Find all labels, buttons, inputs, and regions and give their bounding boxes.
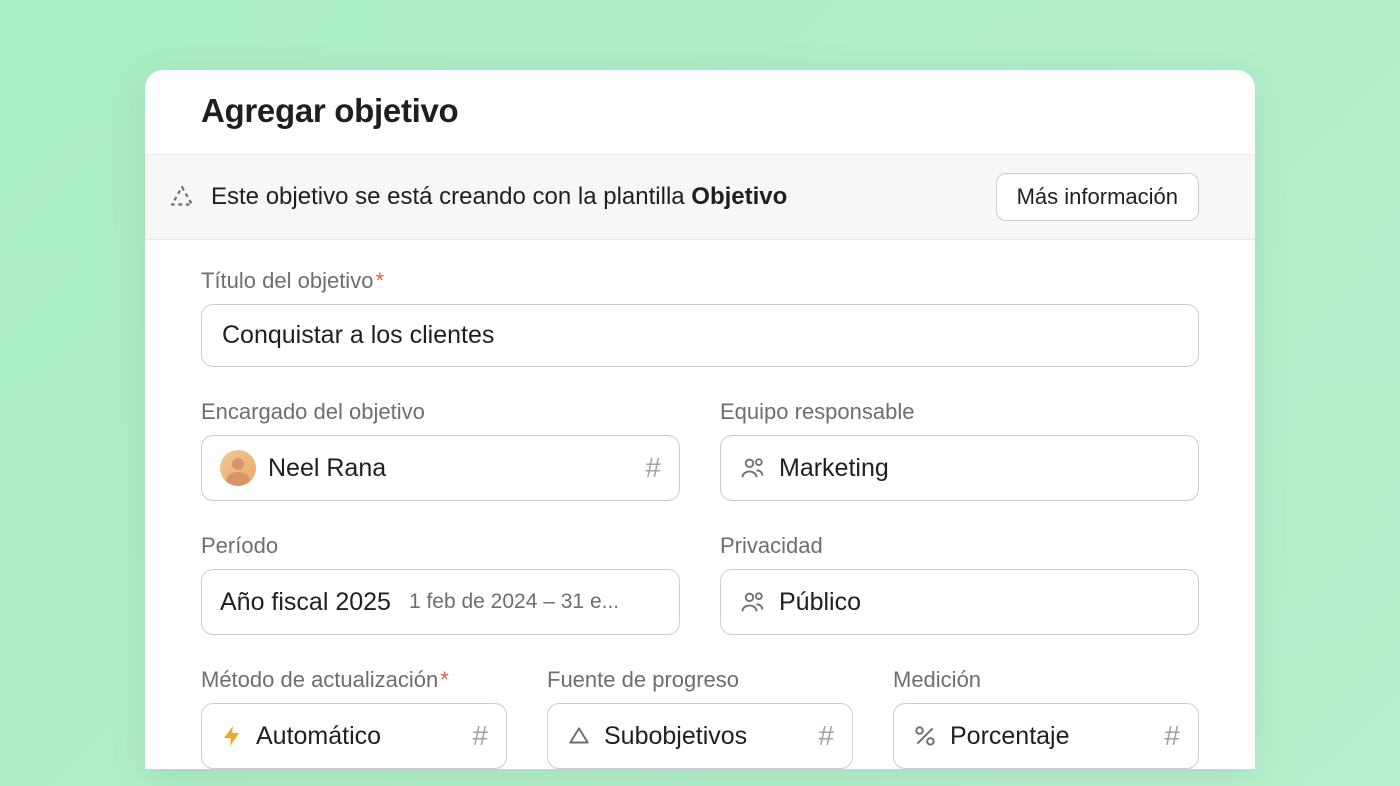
add-goal-modal: Agregar objetivo Este objetivo se está c… [145,70,1255,769]
measurement-label: Medición [893,667,1199,693]
template-banner: Este objetivo se está creando con la pla… [145,154,1255,240]
period-label: Período [201,533,680,559]
measurement-field: Medición Porcentaje # [893,667,1199,769]
goal-title-field: Título del objetivo [201,268,1199,367]
progress-source-field: Fuente de progreso Subobjetivos # [547,667,853,769]
banner-content: Este objetivo se está creando con la pla… [167,182,787,212]
goal-title-input[interactable] [201,304,1199,367]
measurement-select[interactable]: Porcentaje # [893,703,1199,769]
update-method-select[interactable]: Automático # [201,703,507,769]
period-field: Período Año fiscal 2025 1 feb de 2024 – … [201,533,680,635]
modal-header: Agregar objetivo [145,70,1255,154]
hash-icon: # [818,720,834,752]
privacy-value: Público [779,588,1180,617]
owner-select[interactable]: Neel Rana # [201,435,680,501]
owner-label: Encargado del objetivo [201,399,680,425]
privacy-field: Privacidad Público [720,533,1199,635]
progress-source-select[interactable]: Subobjetivos # [547,703,853,769]
template-triangle-icon [167,182,197,212]
team-label: Equipo responsable [720,399,1199,425]
team-select[interactable]: Marketing [720,435,1199,501]
more-info-button[interactable]: Más información [996,173,1199,221]
owner-field: Encargado del objetivo Neel Rana # [201,399,680,501]
goal-title-label: Título del objetivo [201,268,1199,294]
modal-title: Agregar objetivo [201,92,1199,130]
subgoals-icon [566,723,592,749]
hash-icon: # [1164,720,1180,752]
update-method-label: Método de actualización [201,667,507,693]
team-icon [739,454,767,482]
avatar [220,450,256,486]
privacy-select[interactable]: Público [720,569,1199,635]
team-field: Equipo responsable Marketing [720,399,1199,501]
period-value: Año fiscal 2025 [220,588,391,617]
form-body: Título del objetivo Encargado del objeti… [145,240,1255,769]
update-method-field: Método de actualización Automático # [201,667,507,769]
owner-value: Neel Rana [268,454,633,483]
period-select[interactable]: Año fiscal 2025 1 feb de 2024 – 31 e... [201,569,680,635]
team-value: Marketing [779,454,1180,483]
banner-text: Este objetivo se está creando con la pla… [211,183,787,211]
privacy-label: Privacidad [720,533,1199,559]
measurement-value: Porcentaje [950,722,1152,751]
lightning-icon [220,724,244,748]
hash-icon: # [472,720,488,752]
period-date-range: 1 feb de 2024 – 31 e... [409,590,619,614]
hash-icon: # [645,452,661,484]
progress-source-label: Fuente de progreso [547,667,853,693]
percent-icon [912,723,938,749]
privacy-icon [739,588,767,616]
update-method-value: Automático [256,722,460,751]
progress-source-value: Subobjetivos [604,722,806,751]
